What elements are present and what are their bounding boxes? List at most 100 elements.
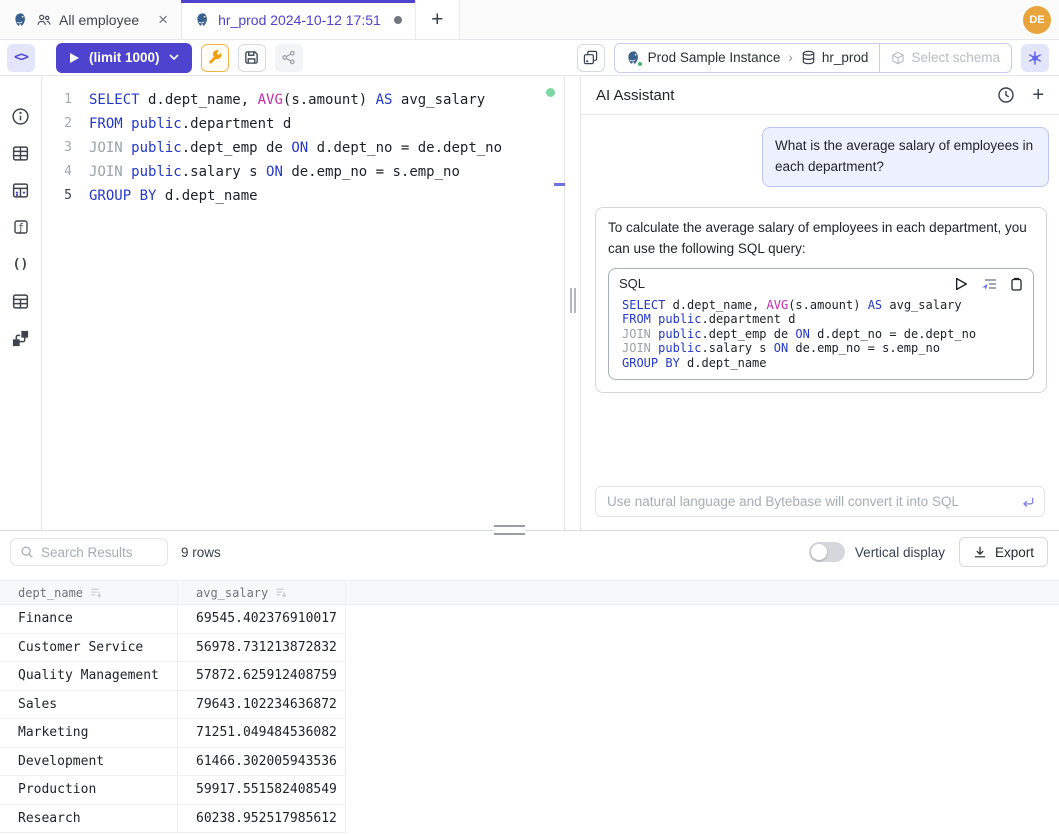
cell-avg-salary: 57872.625912408759 — [178, 662, 346, 691]
functions-icon[interactable]: ƒ — [11, 217, 31, 237]
tab-hr-prod[interactable]: hr_prod 2024-10-12 17:51 — [182, 0, 416, 39]
wrench-icon — [207, 50, 222, 65]
admin-mode-button[interactable] — [201, 44, 229, 72]
new-chat-icon[interactable]: + — [1032, 85, 1044, 105]
code-line[interactable]: 5GROUP BY d.dept_name — [42, 184, 564, 208]
table-row[interactable]: Sales79643.102234636872 — [0, 691, 1059, 720]
editor-code: 1SELECT d.dept_name, AVG(s.amount) AS av… — [42, 88, 564, 208]
insert-code-icon[interactable] — [981, 277, 997, 291]
batch-query-icon — [583, 50, 598, 65]
ai-assistant-title: AI Assistant — [596, 87, 980, 104]
results-panel: Search Results 9 rows Vertical display E… — [0, 530, 1059, 835]
cell-dept-name: Sales — [0, 691, 178, 720]
line-number: 4 — [42, 160, 72, 184]
editor-toolbar: <> (limit 1000) Prod Sample Instance › h… — [0, 40, 1059, 76]
tab-label: All employee — [59, 12, 139, 28]
column-header-avg-salary[interactable]: avg_salary — [178, 581, 346, 604]
table-row[interactable]: Research60238.952517985612 — [0, 805, 1059, 834]
panel-resize-gutter[interactable] — [565, 76, 580, 530]
horizontal-drag-handle-icon[interactable] — [494, 525, 525, 535]
schema-picker[interactable]: Select schema — [879, 44, 1011, 72]
breadcrumb-separator: › — [788, 50, 793, 65]
code-line: JOIN public.salary s ON de.emp_no = s.em… — [622, 341, 1023, 356]
sql-editor[interactable]: 1SELECT d.dept_name, AVG(s.amount) AS av… — [42, 76, 565, 530]
code-line: GROUP BY d.dept_name — [622, 356, 1023, 371]
table-row[interactable]: Quality Management57872.625912408759 — [0, 662, 1059, 691]
code-line: SELECT d.dept_name, AVG(s.amount) AS avg… — [622, 298, 1023, 313]
code-panel-button[interactable]: <> — [7, 44, 35, 72]
connection-picker[interactable]: Prod Sample Instance › hr_prod Select sc… — [614, 43, 1012, 73]
code-block-language-label: SQL — [619, 274, 955, 294]
submit-return-icon[interactable] — [1020, 495, 1035, 509]
ai-input-box[interactable] — [595, 486, 1045, 517]
table-row[interactable]: Finance69545.402376910017 — [0, 605, 1059, 634]
run-code-icon[interactable] — [955, 277, 968, 291]
line-number: 5 — [42, 184, 72, 208]
external-tables-icon[interactable] — [11, 291, 31, 311]
table-row[interactable]: Marketing71251.049484536082 — [0, 719, 1059, 748]
table-row[interactable]: Production59917.551582408549 — [0, 776, 1059, 805]
line-number: 3 — [42, 136, 72, 160]
search-placeholder: Search Results — [41, 545, 133, 560]
code-line: JOIN public.dept_emp de ON d.dept_no = d… — [622, 327, 1023, 342]
code-block-body: SELECT d.dept_name, AVG(s.amount) AS avg… — [609, 296, 1033, 380]
schema-editor-icon[interactable] — [11, 180, 31, 200]
search-icon — [20, 545, 34, 559]
cell-dept-name: Development — [0, 748, 178, 777]
avatar[interactable]: DE — [1023, 6, 1051, 34]
svg-text:ƒ: ƒ — [18, 223, 24, 234]
table-row[interactable]: Development61466.302005943536 — [0, 748, 1059, 777]
cell-avg-salary: 61466.302005943536 — [178, 748, 346, 777]
line-number: 1 — [42, 88, 72, 112]
download-icon — [973, 545, 987, 559]
cell-avg-salary: 71251.049484536082 — [178, 719, 346, 748]
ai-assistant-panel: AI Assistant + What is the average salar… — [580, 76, 1059, 530]
vertical-drag-handle-icon[interactable] — [570, 288, 576, 313]
postgres-icon — [13, 12, 29, 28]
code-line[interactable]: 2FROM public.department d — [42, 112, 564, 136]
close-tab-icon[interactable]: × — [158, 11, 168, 28]
cell-avg-salary: 59917.551582408549 — [178, 776, 346, 805]
column-header-dept-name[interactable]: dept_name — [0, 581, 178, 604]
export-button[interactable]: Export — [959, 537, 1048, 567]
save-button[interactable] — [238, 44, 266, 72]
schema-diagram-icon[interactable] — [11, 328, 31, 348]
ai-reply-card: To calculate the average salary of emplo… — [595, 207, 1047, 393]
table-row[interactable]: Customer Service56978.731213872832 — [0, 634, 1059, 663]
instance-name: Prod Sample Instance — [648, 50, 781, 65]
new-tab-button[interactable]: + — [416, 0, 460, 39]
code-line[interactable]: 3JOIN public.dept_emp de ON d.dept_no = … — [42, 136, 564, 160]
run-query-button[interactable]: (limit 1000) — [56, 43, 192, 73]
tab-all-employee[interactable]: All employee × — [0, 0, 182, 39]
code-line[interactable]: 1SELECT d.dept_name, AVG(s.amount) AS av… — [42, 88, 564, 112]
search-results-input[interactable]: Search Results — [10, 538, 168, 566]
share-button[interactable] — [275, 44, 303, 72]
info-icon[interactable] — [11, 106, 31, 126]
code-line: FROM public.department d — [622, 312, 1023, 327]
unsaved-dot-icon — [394, 16, 402, 24]
ai-prompt-input[interactable] — [607, 494, 1014, 509]
openai-icon — [1027, 50, 1043, 66]
procedures-icon[interactable]: () — [11, 254, 31, 274]
cell-avg-salary: 60238.952517985612 — [178, 805, 346, 834]
database-icon — [801, 50, 816, 65]
postgres-icon — [626, 50, 642, 66]
batch-query-button[interactable] — [577, 44, 605, 72]
line-number: 2 — [42, 112, 72, 136]
cell-dept-name: Finance — [0, 605, 178, 634]
tables-icon[interactable] — [11, 143, 31, 163]
chevron-down-icon — [169, 54, 179, 61]
connection-status-dot — [546, 88, 555, 97]
openai-button[interactable] — [1021, 44, 1049, 72]
code-line[interactable]: 4JOIN public.salary s ON de.emp_no = s.e… — [42, 160, 564, 184]
cell-dept-name: Customer Service — [0, 634, 178, 663]
results-toolbar: Search Results 9 rows Vertical display E… — [0, 531, 1059, 573]
save-icon — [244, 50, 259, 65]
sort-icon[interactable] — [90, 587, 102, 598]
ai-reply-text: To calculate the average salary of emplo… — [608, 218, 1034, 260]
sort-icon[interactable] — [275, 587, 287, 598]
history-clock-icon[interactable] — [997, 86, 1015, 104]
copy-code-icon[interactable] — [1010, 277, 1023, 291]
vertical-display-toggle[interactable] — [809, 542, 845, 562]
instance-database-crumb[interactable]: Prod Sample Instance › hr_prod — [615, 44, 880, 72]
